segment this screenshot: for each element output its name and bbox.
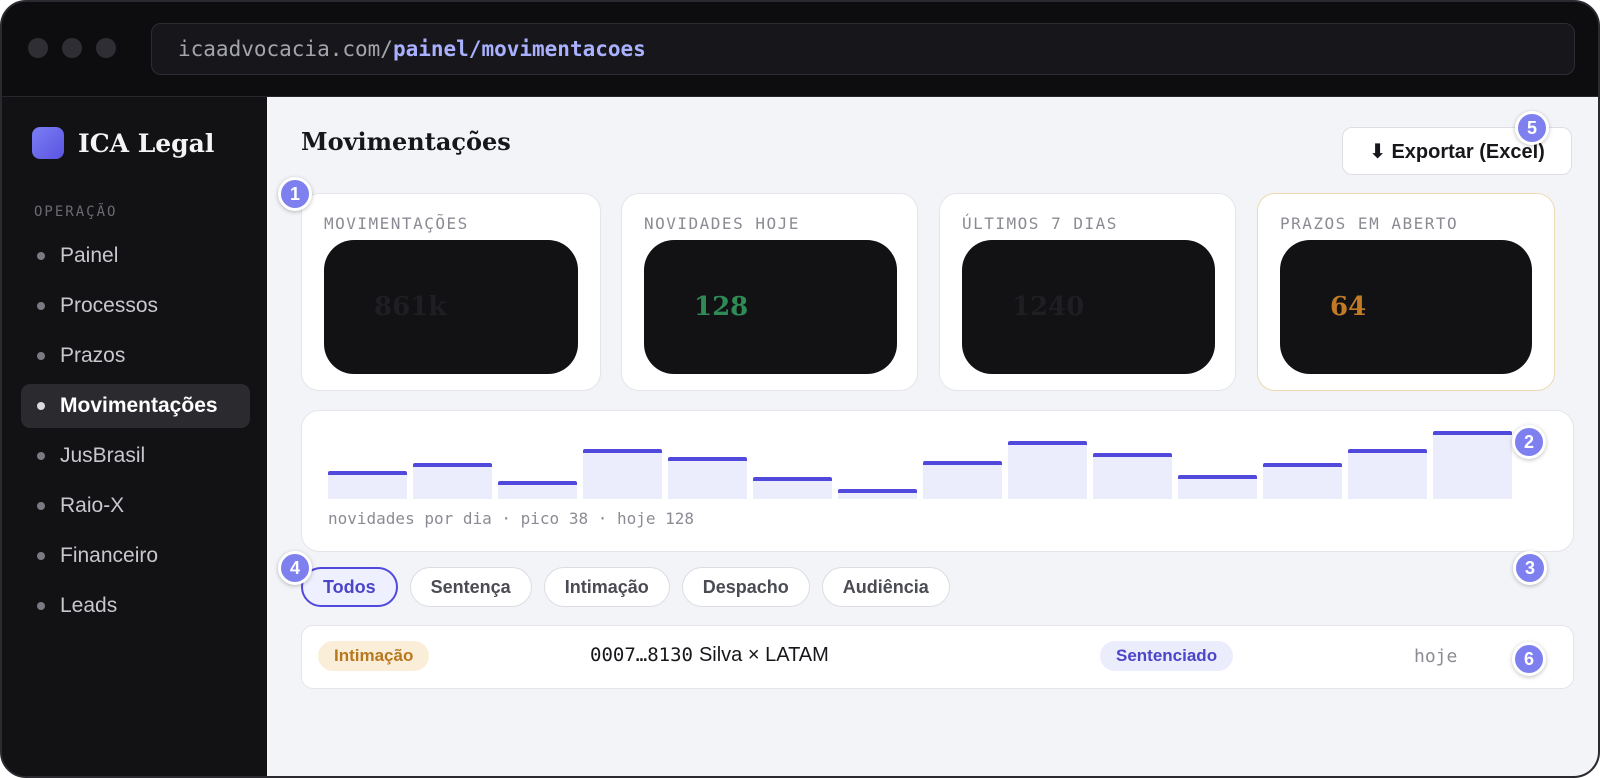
stat-card-novidades-hoje: NOVIDADES HOJE 128: [621, 193, 918, 391]
stat-label: NOVIDADES HOJE: [644, 214, 800, 233]
close-window-button[interactable]: [28, 38, 48, 58]
sidebar-item-label: Processos: [60, 294, 159, 317]
minimize-window-button[interactable]: [62, 38, 82, 58]
chart-bar: [1348, 449, 1427, 499]
table-row[interactable]: Intimação 0007…8130 Silva × LATAM Senten…: [301, 625, 1574, 689]
brand-name: ICA Legal: [78, 128, 215, 158]
case-number: 0007…8130: [590, 644, 693, 666]
sidebar-item-label: Leads: [60, 594, 118, 617]
sidebar-item-movimentacoes[interactable]: Movimentações: [21, 384, 250, 428]
stat-value: 128: [694, 292, 749, 322]
annotation-marker-4: 4: [278, 551, 312, 585]
status-badge: Sentenciado: [1100, 641, 1234, 671]
chart-bar: [328, 471, 407, 499]
chart-bar: [923, 461, 1002, 499]
sidebar-item-painel[interactable]: Painel: [21, 234, 250, 278]
stat-value-box: 1240: [962, 240, 1215, 374]
chart-bar: [668, 457, 747, 499]
stat-label: MOVIMENTAÇÕES: [324, 214, 469, 233]
filter-chip-despacho[interactable]: Despacho: [681, 567, 810, 607]
filter-chip-audiencia[interactable]: Audiência: [821, 567, 950, 607]
sidebar-item-financeiro[interactable]: Financeiro: [21, 534, 250, 578]
chart-bar: [1263, 463, 1342, 499]
chart-caption: novidades por dia · pico 38 · hoje 128: [328, 509, 695, 528]
annotation-marker-1: 1: [278, 177, 312, 211]
bullet-icon: [37, 252, 45, 260]
case-info: 0007…8130 Silva × LATAM: [590, 644, 829, 667]
brand[interactable]: ICA Legal: [32, 127, 214, 159]
sidebar-section-label: OPERAÇÃO: [34, 204, 118, 220]
main-content: Movimentações ⬇ Exportar (Excel) MOVIMEN…: [267, 97, 1598, 776]
filter-chip-todos[interactable]: Todos: [301, 567, 398, 607]
movement-type-badge: Intimação: [318, 641, 430, 671]
chart-bars-area: [328, 423, 1518, 499]
sidebar-item-label: Raio-X: [60, 494, 125, 517]
browser-window: icaadvocacia.com/painel/movimentacoes IC…: [0, 0, 1600, 778]
sidebar-item-label: Movimentações: [60, 394, 218, 417]
case-parties: Silva × LATAM: [698, 644, 829, 666]
daily-news-chart: novidades por dia · pico 38 · hoje 128: [301, 410, 1574, 552]
annotation-marker-3: 3: [1513, 551, 1547, 585]
sidebar: ICA Legal OPERAÇÃO Painel Processos Praz…: [2, 97, 267, 776]
chart-bar: [1178, 475, 1257, 499]
chart-bar: [1093, 453, 1172, 499]
bullet-icon: [37, 352, 45, 360]
chart-bar: [583, 449, 662, 499]
chart-bar: [838, 489, 917, 499]
stat-value-box: 861k: [324, 240, 578, 374]
window-controls: [28, 38, 116, 58]
annotation-marker-6: 6: [1512, 642, 1546, 676]
bullet-icon: [37, 302, 45, 310]
sidebar-item-raio-x[interactable]: Raio-X: [21, 484, 250, 528]
bullet-icon: [37, 602, 45, 610]
url-host: icaadvocacia.com/: [178, 37, 393, 61]
annotation-marker-5: 5: [1515, 111, 1549, 145]
sidebar-item-label: Painel: [60, 244, 119, 267]
sidebar-item-jusbrasil[interactable]: JusBrasil: [21, 434, 250, 478]
annotation-marker-2: 2: [1512, 425, 1546, 459]
bullet-icon: [37, 552, 45, 560]
address-bar[interactable]: icaadvocacia.com/painel/movimentacoes: [151, 23, 1575, 75]
chart-bar: [753, 477, 832, 499]
stat-card-movimentacoes: MOVIMENTAÇÕES 861k: [301, 193, 601, 391]
stat-value: 64: [1330, 292, 1367, 322]
brand-logo-icon: [32, 127, 64, 159]
sidebar-item-leads[interactable]: Leads: [21, 584, 250, 628]
title-bar: icaadvocacia.com/painel/movimentacoes: [2, 2, 1598, 97]
stat-label: ÚLTIMOS 7 DIAS: [962, 214, 1118, 233]
sidebar-item-label: JusBrasil: [60, 444, 146, 467]
filter-chip-sentenca[interactable]: Sentença: [409, 567, 532, 607]
sidebar-item-label: Prazos: [60, 344, 126, 367]
stat-card-ultimos-7-dias: ÚLTIMOS 7 DIAS 1240: [939, 193, 1236, 391]
filter-chips: Todos Sentença Intimação Despacho Audiên…: [301, 567, 950, 607]
maximize-window-button[interactable]: [96, 38, 116, 58]
chart-bar: [413, 463, 492, 499]
stat-value: 861k: [374, 292, 447, 322]
sidebar-item-label: Financeiro: [60, 544, 159, 567]
chart-bar: [498, 481, 577, 499]
page-title: Movimentações: [301, 127, 511, 156]
stat-value: 1240: [1012, 292, 1085, 322]
sidebar-item-processos[interactable]: Processos: [21, 284, 250, 328]
bullet-icon: [37, 402, 45, 410]
url-path: painel/movimentacoes: [392, 37, 646, 61]
sidebar-nav: Painel Processos Prazos Movimentações Ju…: [21, 234, 250, 634]
sidebar-item-prazos[interactable]: Prazos: [21, 334, 250, 378]
bullet-icon: [37, 502, 45, 510]
chart-bar: [1008, 441, 1087, 499]
chart-bar: [1433, 431, 1512, 499]
stat-value-box: 64: [1280, 240, 1532, 374]
filter-chip-intimacao[interactable]: Intimação: [543, 567, 670, 607]
row-timestamp: hoje: [1414, 646, 1458, 667]
stat-value-box: 128: [644, 240, 897, 374]
stat-label: PRAZOS EM ABERTO: [1280, 214, 1459, 233]
bullet-icon: [37, 452, 45, 460]
stat-card-prazos-em-aberto: PRAZOS EM ABERTO 64: [1257, 193, 1555, 391]
